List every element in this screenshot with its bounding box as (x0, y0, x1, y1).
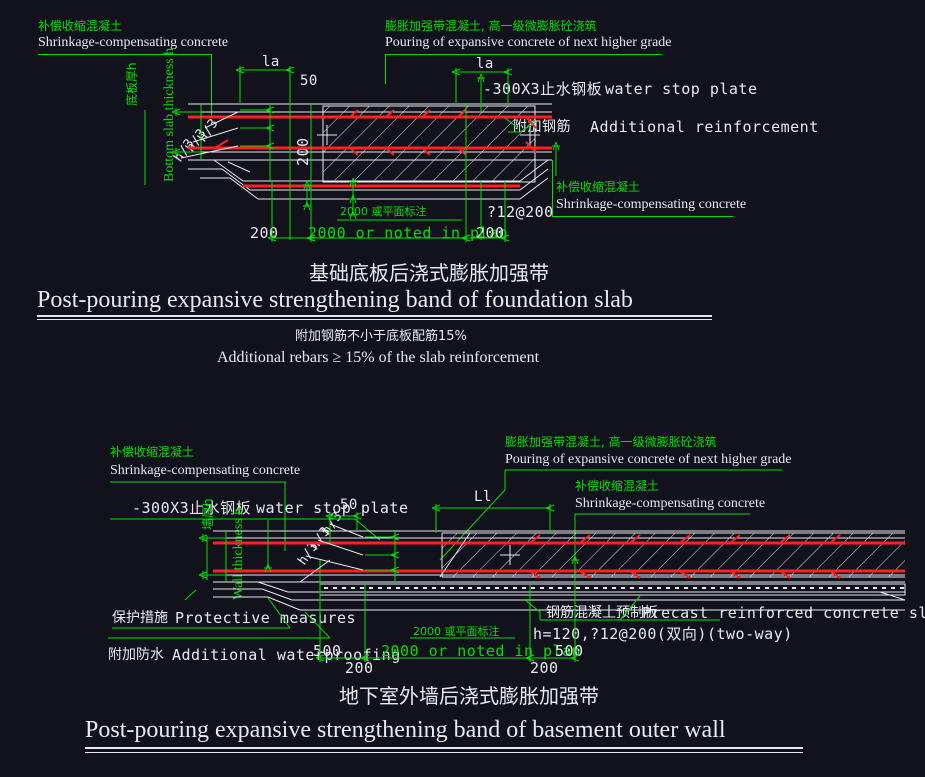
d2-title-underline-2 (85, 752, 803, 753)
d2-geometry (108, 469, 906, 662)
d2-title-en: Post-pouring expansive strengthening ban… (85, 717, 726, 743)
d2-title-underline-1 (85, 747, 803, 749)
d2-title-cn: 地下室外墙后浇式膨胀加强带 (339, 684, 599, 708)
drawing-canvas: 补偿收缩混凝土 Shrinkage-compensating concrete … (0, 0, 925, 777)
